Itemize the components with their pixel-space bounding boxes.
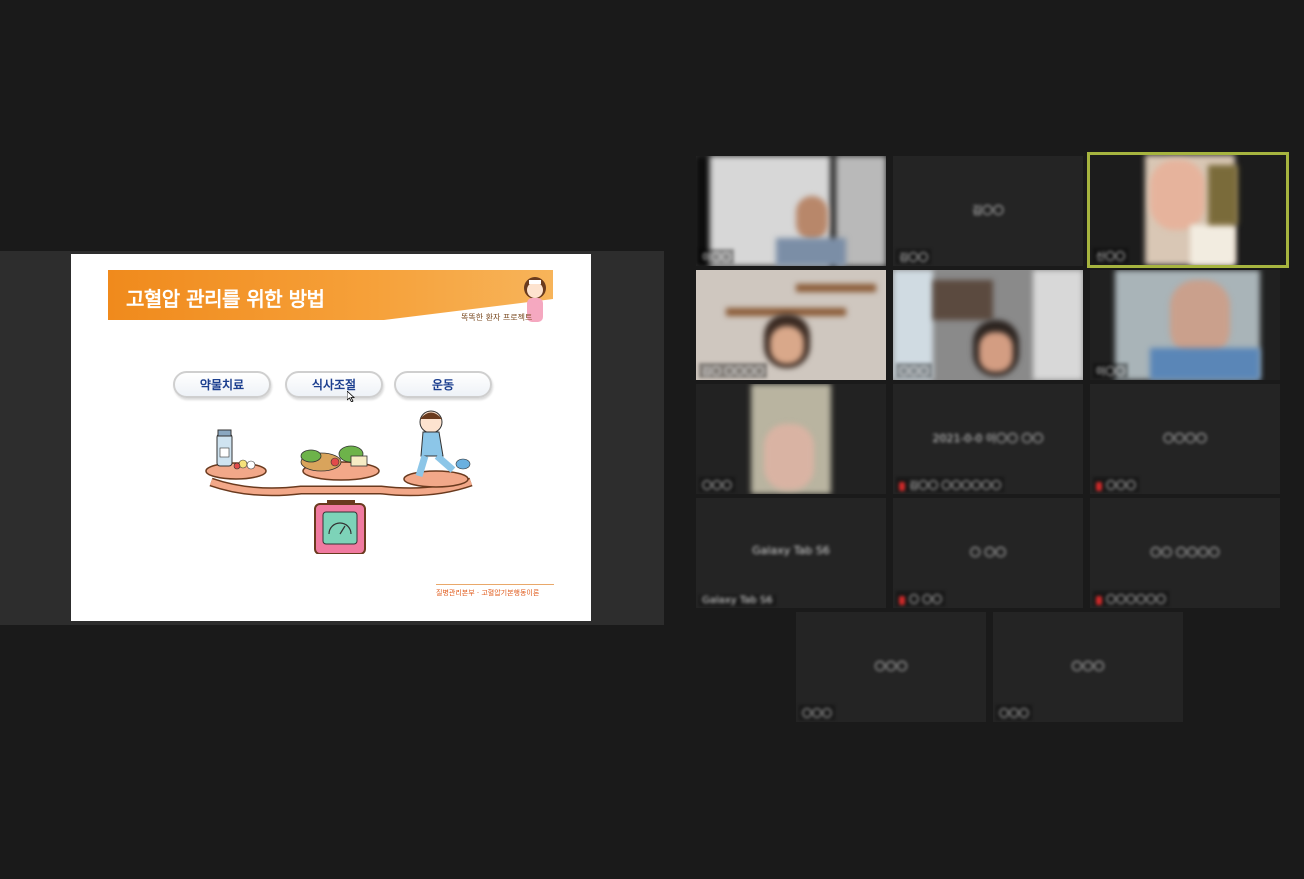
participant-name: 〇〇〇〇〇〇 [1093,591,1169,606]
participant-video-tile[interactable]: 김〇 〇〇〇〇 [696,270,886,380]
participant-name: 〇 〇〇 [896,591,946,606]
participant-display-name: Galaxy Tab S6 [752,544,830,557]
participant-display-name: 〇〇〇 [874,660,908,673]
mouse-cursor-icon [347,391,355,402]
participant-display-name: 2021-0-0 이〇〇 〇〇 [932,432,1044,445]
option-exercise-button[interactable]: 운동 [394,371,492,398]
participant-display-name: 〇〇〇〇 [1163,432,1207,445]
participant-video-tile[interactable]: 이〇〇 [696,156,886,266]
balance-scale-illustration [205,410,473,554]
option-medication-button[interactable]: 약물치료 [173,371,271,398]
option-diet-button[interactable]: 식사조절 [285,371,383,398]
participant-tile[interactable]: 〇〇〇〇 〇〇〇 [1090,384,1280,494]
participant-name: 〇〇〇 [996,705,1032,720]
participant-name: 〇〇〇 [799,705,835,720]
participant-video-tile[interactable]: 〇〇〇 [893,270,1083,380]
muted-mic-icon [899,595,905,605]
presentation-slide: 고혈압 관리를 위한 방법 똑똑한 환자 프로젝트 약물치료 식사조절 운동 질… [71,254,591,621]
participant-display-name: 〇〇 〇〇〇〇 [1150,546,1220,559]
participant-name: 이〇〇 [699,249,735,264]
participant-tile[interactable]: 〇 〇〇 〇 〇〇 [893,498,1083,608]
participant-name: 김〇〇 〇〇〇〇〇〇 [896,477,1005,492]
participant-video-tile[interactable]: 〇〇〇 [696,384,886,494]
participant-tile[interactable]: 〇〇 〇〇〇〇 〇〇〇〇〇〇 [1090,498,1280,608]
participant-name: 이〇〇 [1093,363,1129,378]
participant-name: 신〇〇 [1093,248,1129,263]
muted-mic-icon [1096,595,1102,605]
slide-title: 고혈압 관리를 위한 방법 [126,287,325,311]
muted-mic-icon [899,481,905,491]
shared-screen: 고혈압 관리를 위한 방법 똑똑한 환자 프로젝트 약물치료 식사조절 운동 질… [0,251,664,625]
participant-tile[interactable]: Galaxy Tab S6 Galaxy Tab S6 [696,498,886,608]
participant-tile[interactable]: 〇〇〇 〇〇〇 [796,612,986,722]
participant-tile[interactable]: 김〇〇 김〇〇 [893,156,1083,266]
participant-name: Galaxy Tab S6 [699,595,776,606]
slide-footer-divider [436,584,554,585]
muted-mic-icon [1096,481,1102,491]
participant-name: 김〇〇 [896,249,932,264]
participant-display-name: 〇〇〇 [1071,660,1105,673]
slide-subtitle: 똑똑한 환자 프로젝트 [461,313,533,322]
participant-display-name: 〇 〇〇 [969,546,1007,559]
participant-tile[interactable]: 2021-0-0 이〇〇 〇〇 김〇〇 〇〇〇〇〇〇 [893,384,1083,494]
participant-name: 〇〇〇 [896,363,932,378]
participant-video-tile[interactable]: 신〇〇 [1090,155,1286,265]
participant-name: 김〇 〇〇〇〇 [699,363,768,378]
participant-name: 〇〇〇 [699,477,735,492]
slide-footer: 질병관리본부 · 고혈압기본행동이론 [436,589,540,597]
participant-name: 〇〇〇 [1093,477,1139,492]
participant-video-tile[interactable]: 이〇〇 [1090,270,1280,380]
participant-tile[interactable]: 〇〇〇 〇〇〇 [993,612,1183,722]
participant-display-name: 김〇〇 [971,204,1005,217]
